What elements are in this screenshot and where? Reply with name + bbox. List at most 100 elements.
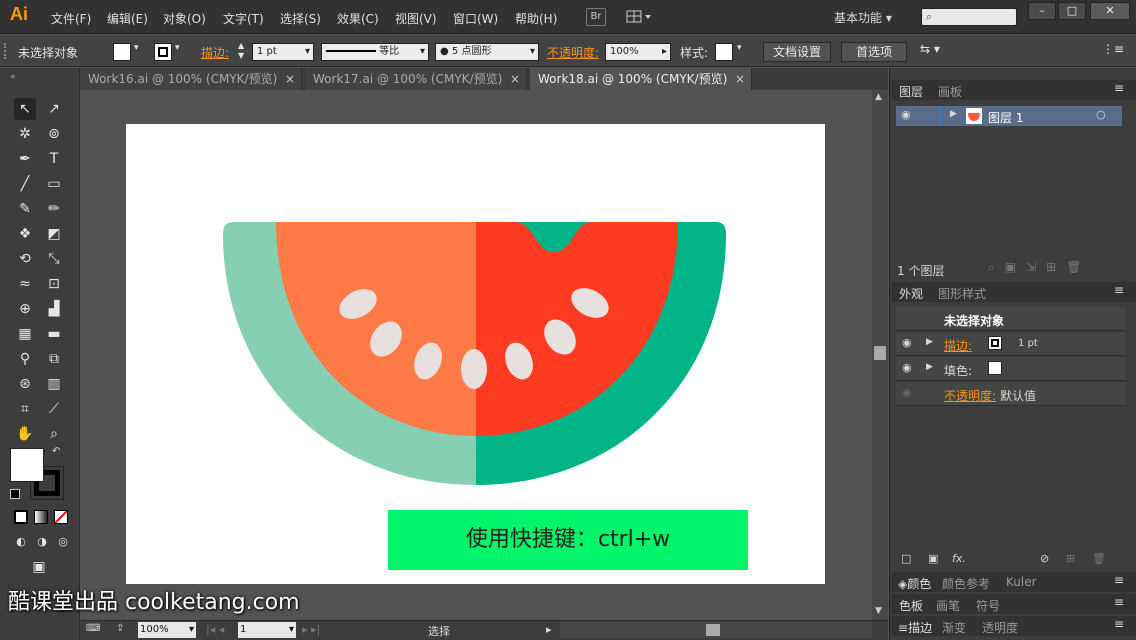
opacity-dropdown[interactable]: 100% ▸ — [605, 43, 671, 61]
stepper-icon[interactable]: ▲ ▼ — [238, 41, 244, 61]
menu-object[interactable]: 对象(O) — [163, 10, 206, 27]
eye-icon[interactable]: ◉ — [902, 336, 912, 349]
maximize-button[interactable]: □ — [1058, 2, 1086, 20]
share-icon[interactable]: ⇪ — [116, 623, 124, 634]
panel-menu-icon[interactable]: ≡ — [1114, 573, 1124, 587]
menu-effect[interactable]: 效果(C) — [337, 10, 379, 27]
pencil-tool-icon[interactable]: ✏ — [43, 198, 65, 220]
tab-symbols[interactable]: 符号 — [976, 597, 1000, 614]
type-tool-icon[interactable]: T — [43, 148, 65, 170]
menu-view[interactable]: 视图(V) — [395, 10, 437, 27]
opacity-label[interactable]: 不透明度: — [944, 387, 996, 404]
close-button[interactable]: ✕ — [1090, 2, 1130, 20]
symbol-sprayer-tool-icon[interactable]: ⊛ — [14, 373, 36, 395]
eye-icon[interactable]: ◉ — [902, 361, 912, 374]
artboard-tool-icon[interactable]: ⌗ — [14, 398, 36, 420]
close-icon[interactable]: × — [735, 68, 745, 90]
draw-behind-icon[interactable]: ◑ — [31, 531, 53, 553]
color-mode-icon[interactable] — [14, 510, 28, 524]
gradient-mode-icon[interactable] — [34, 510, 48, 524]
tab-artboards[interactable]: 画板 — [938, 83, 962, 100]
new-fill-icon[interactable]: ▣ — [928, 552, 938, 565]
clear-appearance-icon[interactable]: ⊘ — [1040, 552, 1049, 565]
stroke-swatch[interactable] — [154, 43, 172, 61]
tab-kuler[interactable]: Kuler — [1006, 575, 1037, 589]
stroke-label[interactable]: 描边: — [201, 44, 229, 61]
layer-row[interactable]: ◉ ▶ 图层 1 ○ — [896, 106, 1122, 126]
screen-mode-icon[interactable]: ▣ — [28, 556, 50, 578]
opacity-label[interactable]: 不透明度: — [547, 44, 599, 61]
free-transform-tool-icon[interactable]: ⊡ — [43, 273, 65, 295]
menu-file[interactable]: 文件(F) — [51, 10, 91, 27]
horizontal-scrollbar[interactable] — [560, 622, 872, 638]
fill-color-front[interactable] — [10, 448, 44, 482]
close-icon[interactable]: × — [285, 68, 295, 90]
scroll-down-icon[interactable]: ▼ — [875, 606, 882, 616]
scroll-up-icon[interactable]: ▲ — [875, 92, 882, 102]
stroke-swatch[interactable] — [988, 336, 1002, 350]
target-icon[interactable]: ○ — [1096, 108, 1106, 121]
preferences-button[interactable]: 首选项 — [841, 42, 907, 62]
none-mode-icon[interactable] — [54, 510, 68, 524]
swap-colors-icon[interactable]: ↶ — [52, 446, 60, 457]
zoom-tool-icon[interactable]: ⌕ — [43, 423, 65, 445]
arrange-documents-icon[interactable] — [626, 9, 652, 25]
menu-type[interactable]: 文字(T) — [223, 10, 264, 27]
menu-edit[interactable]: 编辑(E) — [107, 10, 148, 27]
panel-menu-icon[interactable]: ≡ — [1114, 81, 1124, 95]
fx-icon[interactable]: fx. — [952, 552, 966, 565]
direct-selection-tool-icon[interactable]: ↗ — [43, 98, 65, 120]
fill-swatch[interactable] — [113, 43, 131, 61]
hand-tool-icon[interactable]: ✋ — [14, 423, 36, 445]
slice-tool-icon[interactable]: ⟋ — [43, 398, 65, 420]
panel-menu-icon[interactable]: ≡ — [1114, 283, 1124, 297]
eyedropper-tool-icon[interactable]: ⚲ — [14, 348, 36, 370]
eye-icon[interactable]: ◉ — [902, 386, 912, 399]
scroll-thumb[interactable] — [874, 346, 886, 360]
draw-normal-icon[interactable]: ◐ — [10, 531, 32, 553]
tab-work17[interactable]: Work17.ai @ 100% (CMYK/预览) × — [305, 68, 527, 90]
rotate-tool-icon[interactable]: ⟲ — [14, 248, 36, 270]
tab-brushes[interactable]: 画笔 — [936, 597, 960, 614]
column-graph-tool-icon[interactable]: ▥ — [43, 373, 65, 395]
appearance-opacity-row[interactable]: ◉ 不透明度: 默认值 — [896, 382, 1126, 406]
tab-transparency[interactable]: 透明度 — [982, 619, 1018, 636]
close-icon[interactable]: × — [510, 68, 520, 90]
tab-stroke[interactable]: ≡描边 — [898, 619, 932, 636]
tab-graphic-styles[interactable]: 图形样式 — [938, 285, 986, 302]
workspace-switcher[interactable]: 基本功能 ▾ — [834, 9, 892, 26]
eye-icon[interactable]: ◉ — [901, 108, 911, 121]
tab-color-guide[interactable]: 颜色参考 — [942, 575, 990, 592]
new-stroke-icon[interactable]: □ — [901, 552, 911, 565]
panel-menu-icon[interactable]: ≡ — [1114, 595, 1124, 609]
collapse-icon[interactable]: « — [10, 72, 16, 82]
panel-menu-icon[interactable]: ≡ — [1114, 617, 1124, 631]
draw-inside-icon[interactable]: ◎ — [52, 531, 74, 553]
tab-swatches[interactable]: 色板 — [899, 597, 923, 614]
tab-appearance[interactable]: 外观 — [899, 285, 923, 302]
chevron-down-icon[interactable]: ▾ — [175, 43, 180, 53]
fill-swatch[interactable] — [988, 361, 1002, 375]
selection-tool-icon[interactable]: ↖ — [14, 98, 36, 120]
menu-select[interactable]: 选择(S) — [280, 10, 321, 27]
tab-color[interactable]: ◈颜色 — [898, 575, 931, 592]
expand-arrow-icon[interactable]: ▶ — [950, 109, 957, 119]
blob-brush-tool-icon[interactable]: ❖ — [14, 223, 36, 245]
first-page-icon[interactable]: |◂ ◂ — [206, 623, 224, 636]
default-colors-icon[interactable] — [10, 489, 20, 499]
chevron-down-icon[interactable]: ▾ — [134, 43, 139, 53]
magic-wand-tool-icon[interactable]: ✲ — [14, 123, 36, 145]
menu-window[interactable]: 窗口(W) — [453, 10, 498, 27]
stroke-weight-dropdown[interactable]: 1 pt ▾ — [252, 43, 314, 61]
pen-tool-icon[interactable]: ✒ — [14, 148, 36, 170]
tab-work18[interactable]: Work18.ai @ 100% (CMYK/预览) × — [530, 68, 752, 90]
appearance-stroke-row[interactable]: ◉ ▶ 描边: 1 pt — [896, 332, 1126, 356]
appearance-fill-row[interactable]: ◉ ▶ 填色: — [896, 357, 1126, 381]
style-swatch[interactable] — [715, 43, 733, 61]
perspective-grid-tool-icon[interactable]: ▟ — [43, 298, 65, 320]
paintbrush-tool-icon[interactable]: ✎ — [14, 198, 36, 220]
trash-icon[interactable]: 🗑 — [1092, 552, 1106, 565]
layer-actions-icons[interactable]: ⌕▣⇲⊞🗑 — [988, 260, 1091, 275]
duplicate-icon[interactable]: ⊞ — [1066, 552, 1075, 565]
width-tool-icon[interactable]: ≈ — [14, 273, 36, 295]
